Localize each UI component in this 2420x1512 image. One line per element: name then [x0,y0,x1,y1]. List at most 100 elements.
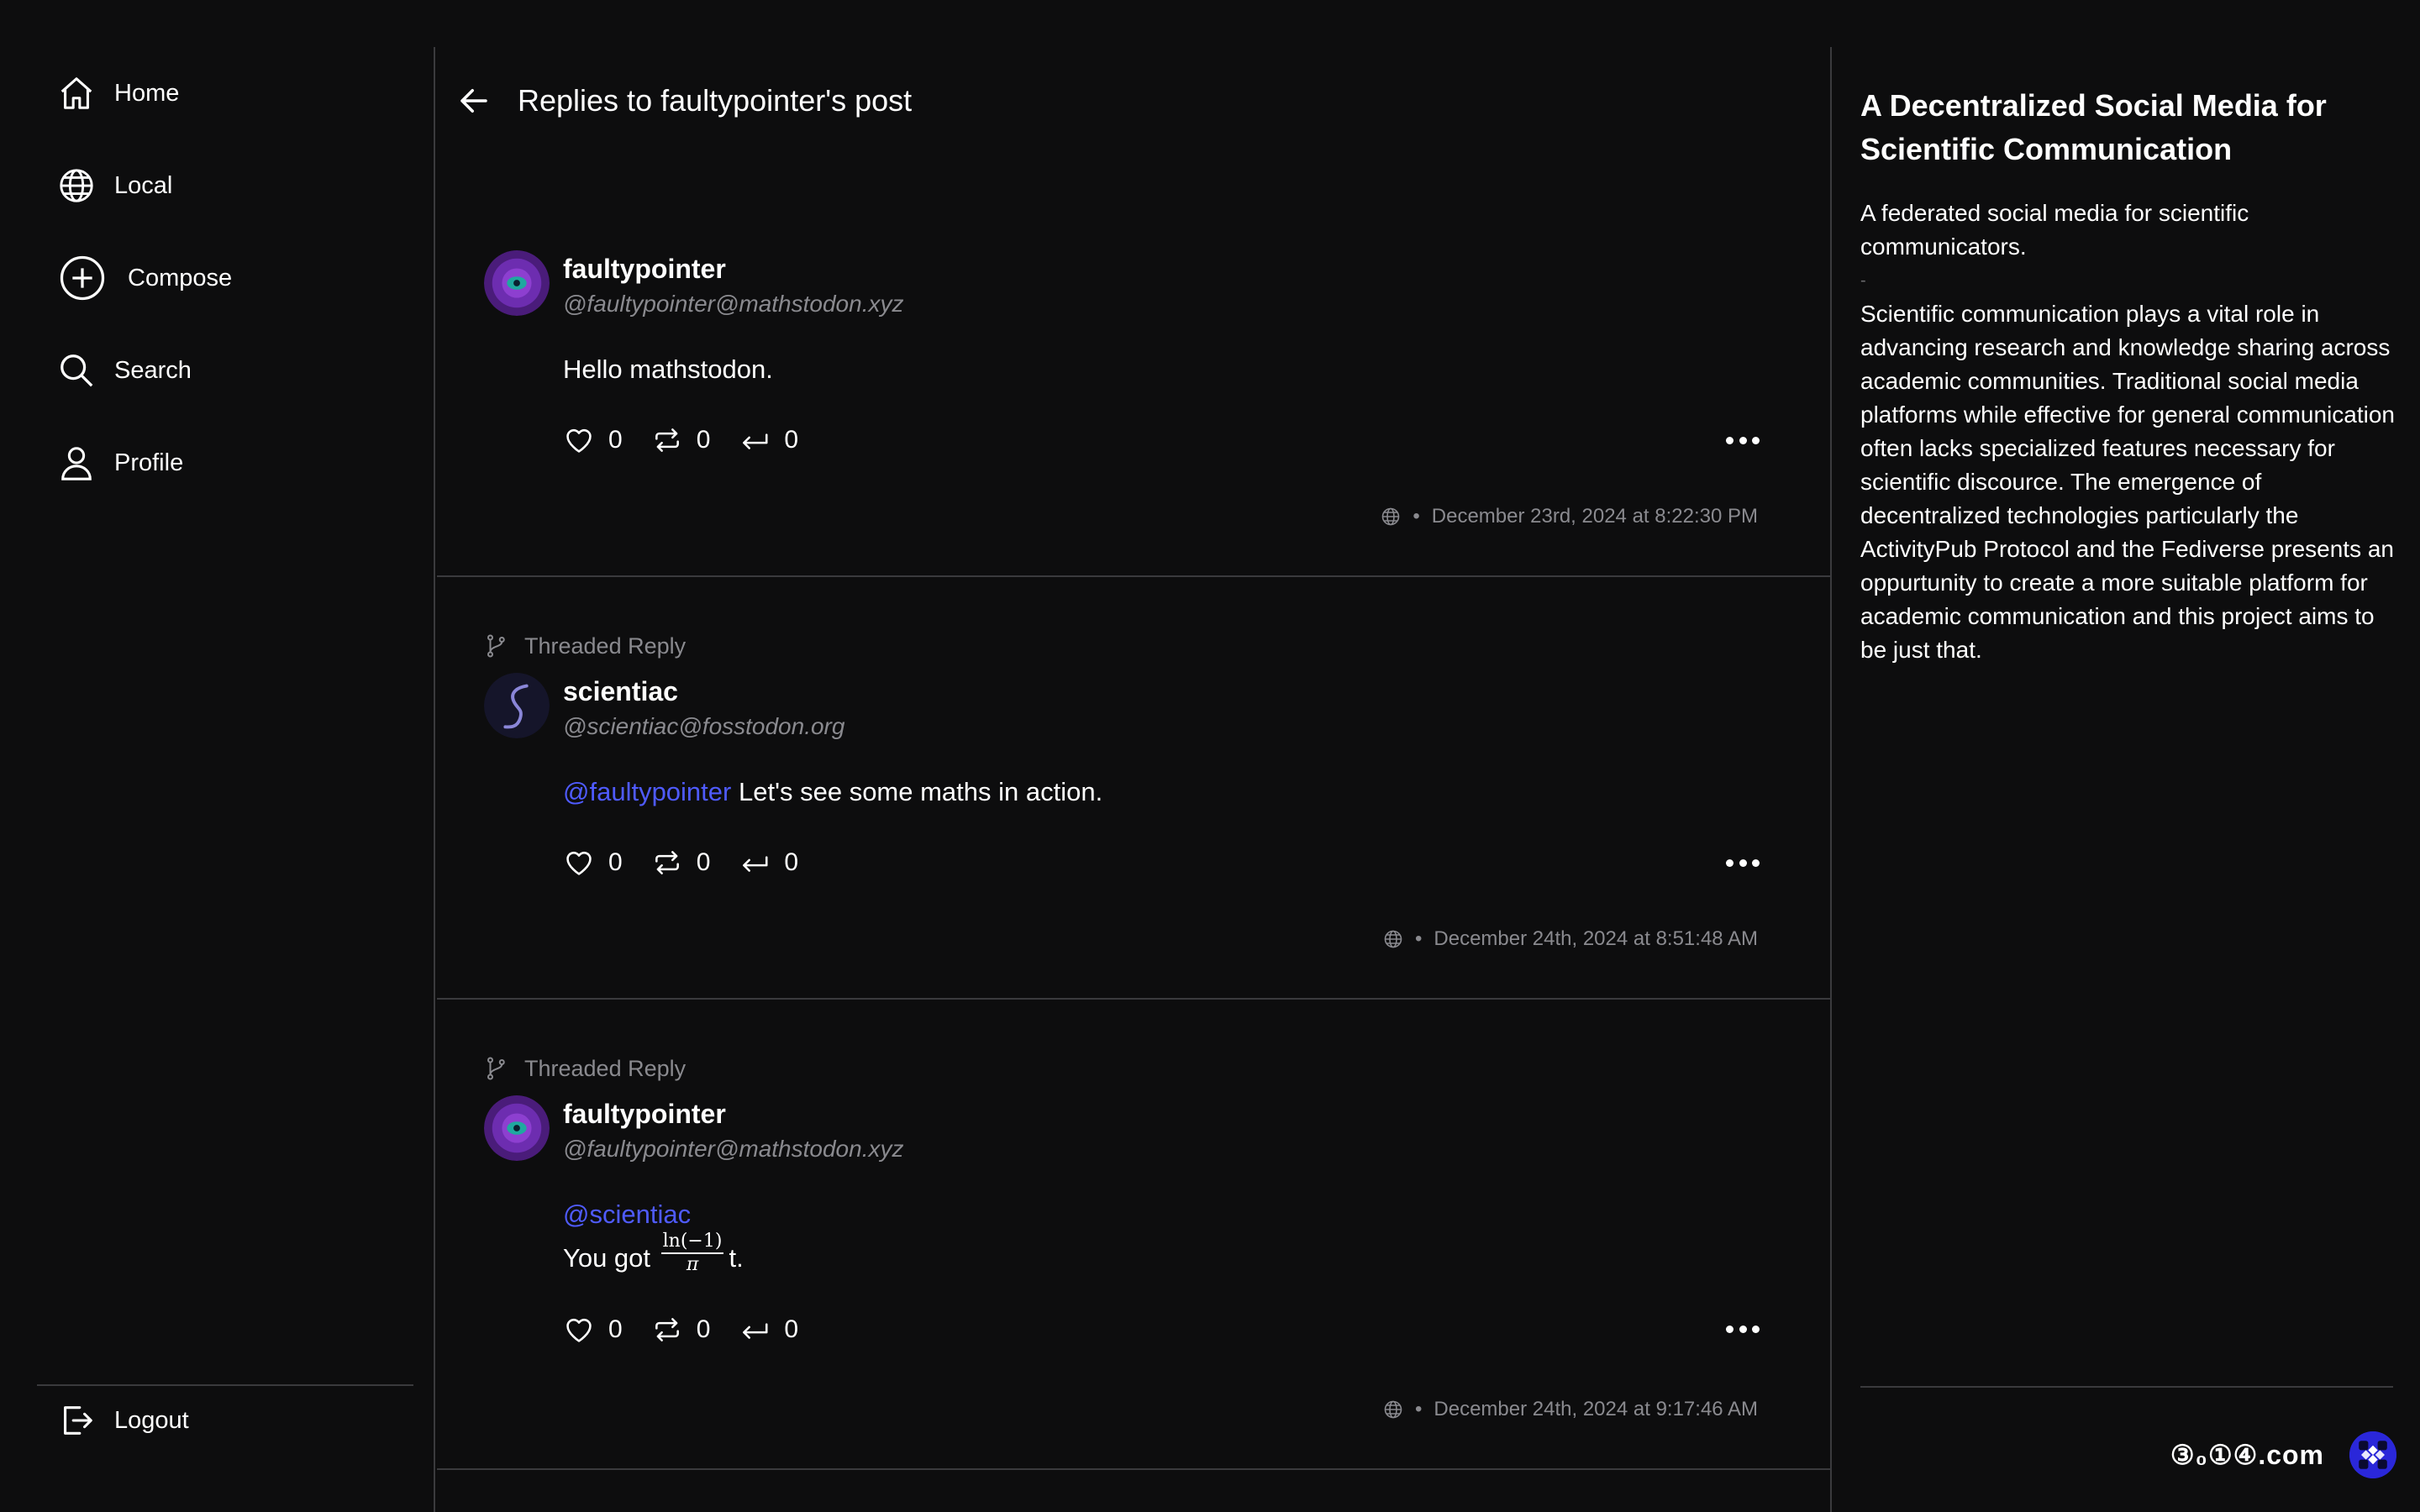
user-handle: @faultypointer@mathstodon.xyz [563,291,904,317]
about-body: Scientific communication plays a vital r… [1860,301,2396,663]
sidebar-item-label: Search [114,356,192,384]
logout-button[interactable]: Logout [0,1374,189,1467]
post-text: Let's see some maths in action. [731,777,1103,806]
display-name[interactable]: faultypointer [563,252,903,286]
heart-icon [563,847,595,879]
math-numerator: ln(−1) [660,1231,724,1254]
globe-icon [1383,1399,1403,1420]
boost-count: 0 [696,1315,711,1343]
display-name[interactable]: faultypointer [563,1097,903,1131]
post-author[interactable]: faultypointer @faultypointer@mathstodon.… [484,250,1830,323]
meta-separator: • [1415,1398,1423,1420]
page-header: Replies to faultypointer's post [437,47,1830,155]
home-icon [57,74,96,113]
post-author[interactable]: scientiac @scientiac@fosstodon.org [484,673,1830,745]
sidebar-item-label: Local [114,171,173,199]
reply-icon [739,847,771,879]
post: Threaded Reply scientiac @scientiac@foss… [437,577,1830,1000]
post-meta: • December 24th, 2024 at 9:17:46 AM [1383,1398,1758,1421]
repeat-icon [651,847,683,879]
globe-icon [1381,507,1401,527]
plus-circle-icon [59,255,106,302]
math-fraction: ln(−1) π [660,1231,724,1276]
author-info: faultypointer @faultypointer@mathstodon.… [563,250,903,323]
git-branch-icon [484,1056,509,1081]
user-handle: @faultypointer@mathstodon.xyz [563,1136,904,1162]
post-actions: 0 0 0 [563,1313,1830,1347]
repeat-icon [651,1314,683,1346]
sidebar-item-profile[interactable]: Profile [0,417,434,509]
sidebar-item-search[interactable]: Search [0,324,434,417]
globe-icon [57,166,96,205]
author-info: faultypointer @faultypointer@mathstodon.… [563,1095,903,1168]
about-panel: A Decentralized Social Media for Scienti… [1833,47,2420,1512]
math-denominator: π [686,1253,699,1275]
sidebar-item-label: Home [114,79,180,107]
post-timestamp[interactable]: December 24th, 2024 at 9:17:46 AM [1434,1398,1758,1421]
like-button[interactable]: 0 [563,424,623,456]
sidebar-item-label: Profile [114,449,184,476]
post: faultypointer @faultypointer@mathstodon.… [437,155,1830,577]
reply-button[interactable]: 0 [739,424,798,456]
git-branch-icon [484,633,509,659]
back-button[interactable] [454,81,494,121]
main-column: Replies to faultypointer's post faultypo… [437,47,1832,1512]
reply-icon [739,1314,771,1346]
reply-button[interactable]: 0 [739,1314,798,1346]
about-intro: A federated social media for scientific … [1860,200,2249,260]
avatar[interactable] [484,250,550,316]
user-icon [57,444,96,482]
post-timestamp[interactable]: December 23rd, 2024 at 8:22:30 PM [1432,505,1758,528]
avatar[interactable] [484,673,550,738]
sidebar-nav: Home Local Compose Search Profile [0,47,434,509]
arrow-left-icon [460,89,487,113]
like-button[interactable]: 0 [563,847,623,879]
about-separator: - [1860,271,1866,290]
sidebar: Home Local Compose Search Profile Logout [0,47,435,1512]
reply-button[interactable]: 0 [739,847,798,879]
post-meta: • December 23rd, 2024 at 8:22:30 PM [1381,505,1758,528]
author-info: scientiac @scientiac@fosstodon.org [563,673,844,745]
meta-separator: • [1415,927,1423,950]
like-button[interactable]: 0 [563,1314,623,1346]
meta-separator: • [1413,505,1420,528]
brand-logo-icon [2349,1431,2396,1478]
post-meta: • December 24th, 2024 at 8:51:48 AM [1383,927,1758,951]
more-options-button[interactable] [1726,854,1760,871]
sidebar-item-local[interactable]: Local [0,139,434,232]
more-options-button[interactable] [1726,1321,1760,1338]
globe-icon [1383,929,1403,949]
post-content: @scientiac You got ln(−1) π t. [563,1193,1830,1283]
right-divider [1860,1386,2393,1388]
post-content: @faultypointer Let's see some maths in a… [563,770,1830,814]
boost-button[interactable]: 0 [651,424,710,456]
like-count: 0 [608,426,623,454]
reply-count: 0 [784,1315,799,1343]
more-options-button[interactable] [1726,432,1760,449]
reply-count: 0 [784,426,799,454]
brand-name: ③₀①④.com [2170,1440,2324,1470]
post-author[interactable]: faultypointer @faultypointer@mathstodon.… [484,1095,1830,1168]
boost-button[interactable]: 0 [651,1314,711,1346]
post-content: Hello mathstodon. [563,354,773,384]
post-timestamp[interactable]: December 24th, 2024 at 8:51:48 AM [1434,927,1758,951]
display-name[interactable]: scientiac [563,675,844,708]
like-count: 0 [608,848,623,876]
brand[interactable]: ③₀①④.com [2170,1431,2396,1478]
boost-button[interactable]: 0 [651,847,711,879]
post-text: You got [563,1243,658,1273]
repeat-icon [651,424,683,456]
post-text-suffix: t. [729,1243,744,1273]
page-title: Replies to faultypointer's post [518,83,913,118]
mention-link[interactable]: @scientiac [563,1200,691,1229]
heart-icon [563,1314,595,1346]
sidebar-item-compose[interactable]: Compose [0,232,434,324]
boost-count: 0 [696,848,711,876]
sidebar-item-home[interactable]: Home [0,47,434,139]
mention-link[interactable]: @faultypointer [563,777,731,806]
avatar[interactable] [484,1095,550,1161]
post: Threaded Reply faultypointer @faultypoin… [437,1000,1830,1470]
user-handle: @scientiac@fosstodon.org [563,713,845,739]
thread-label-text: Threaded Reply [524,1055,687,1081]
app-root: Home Local Compose Search Profile Logout… [0,0,2420,1512]
